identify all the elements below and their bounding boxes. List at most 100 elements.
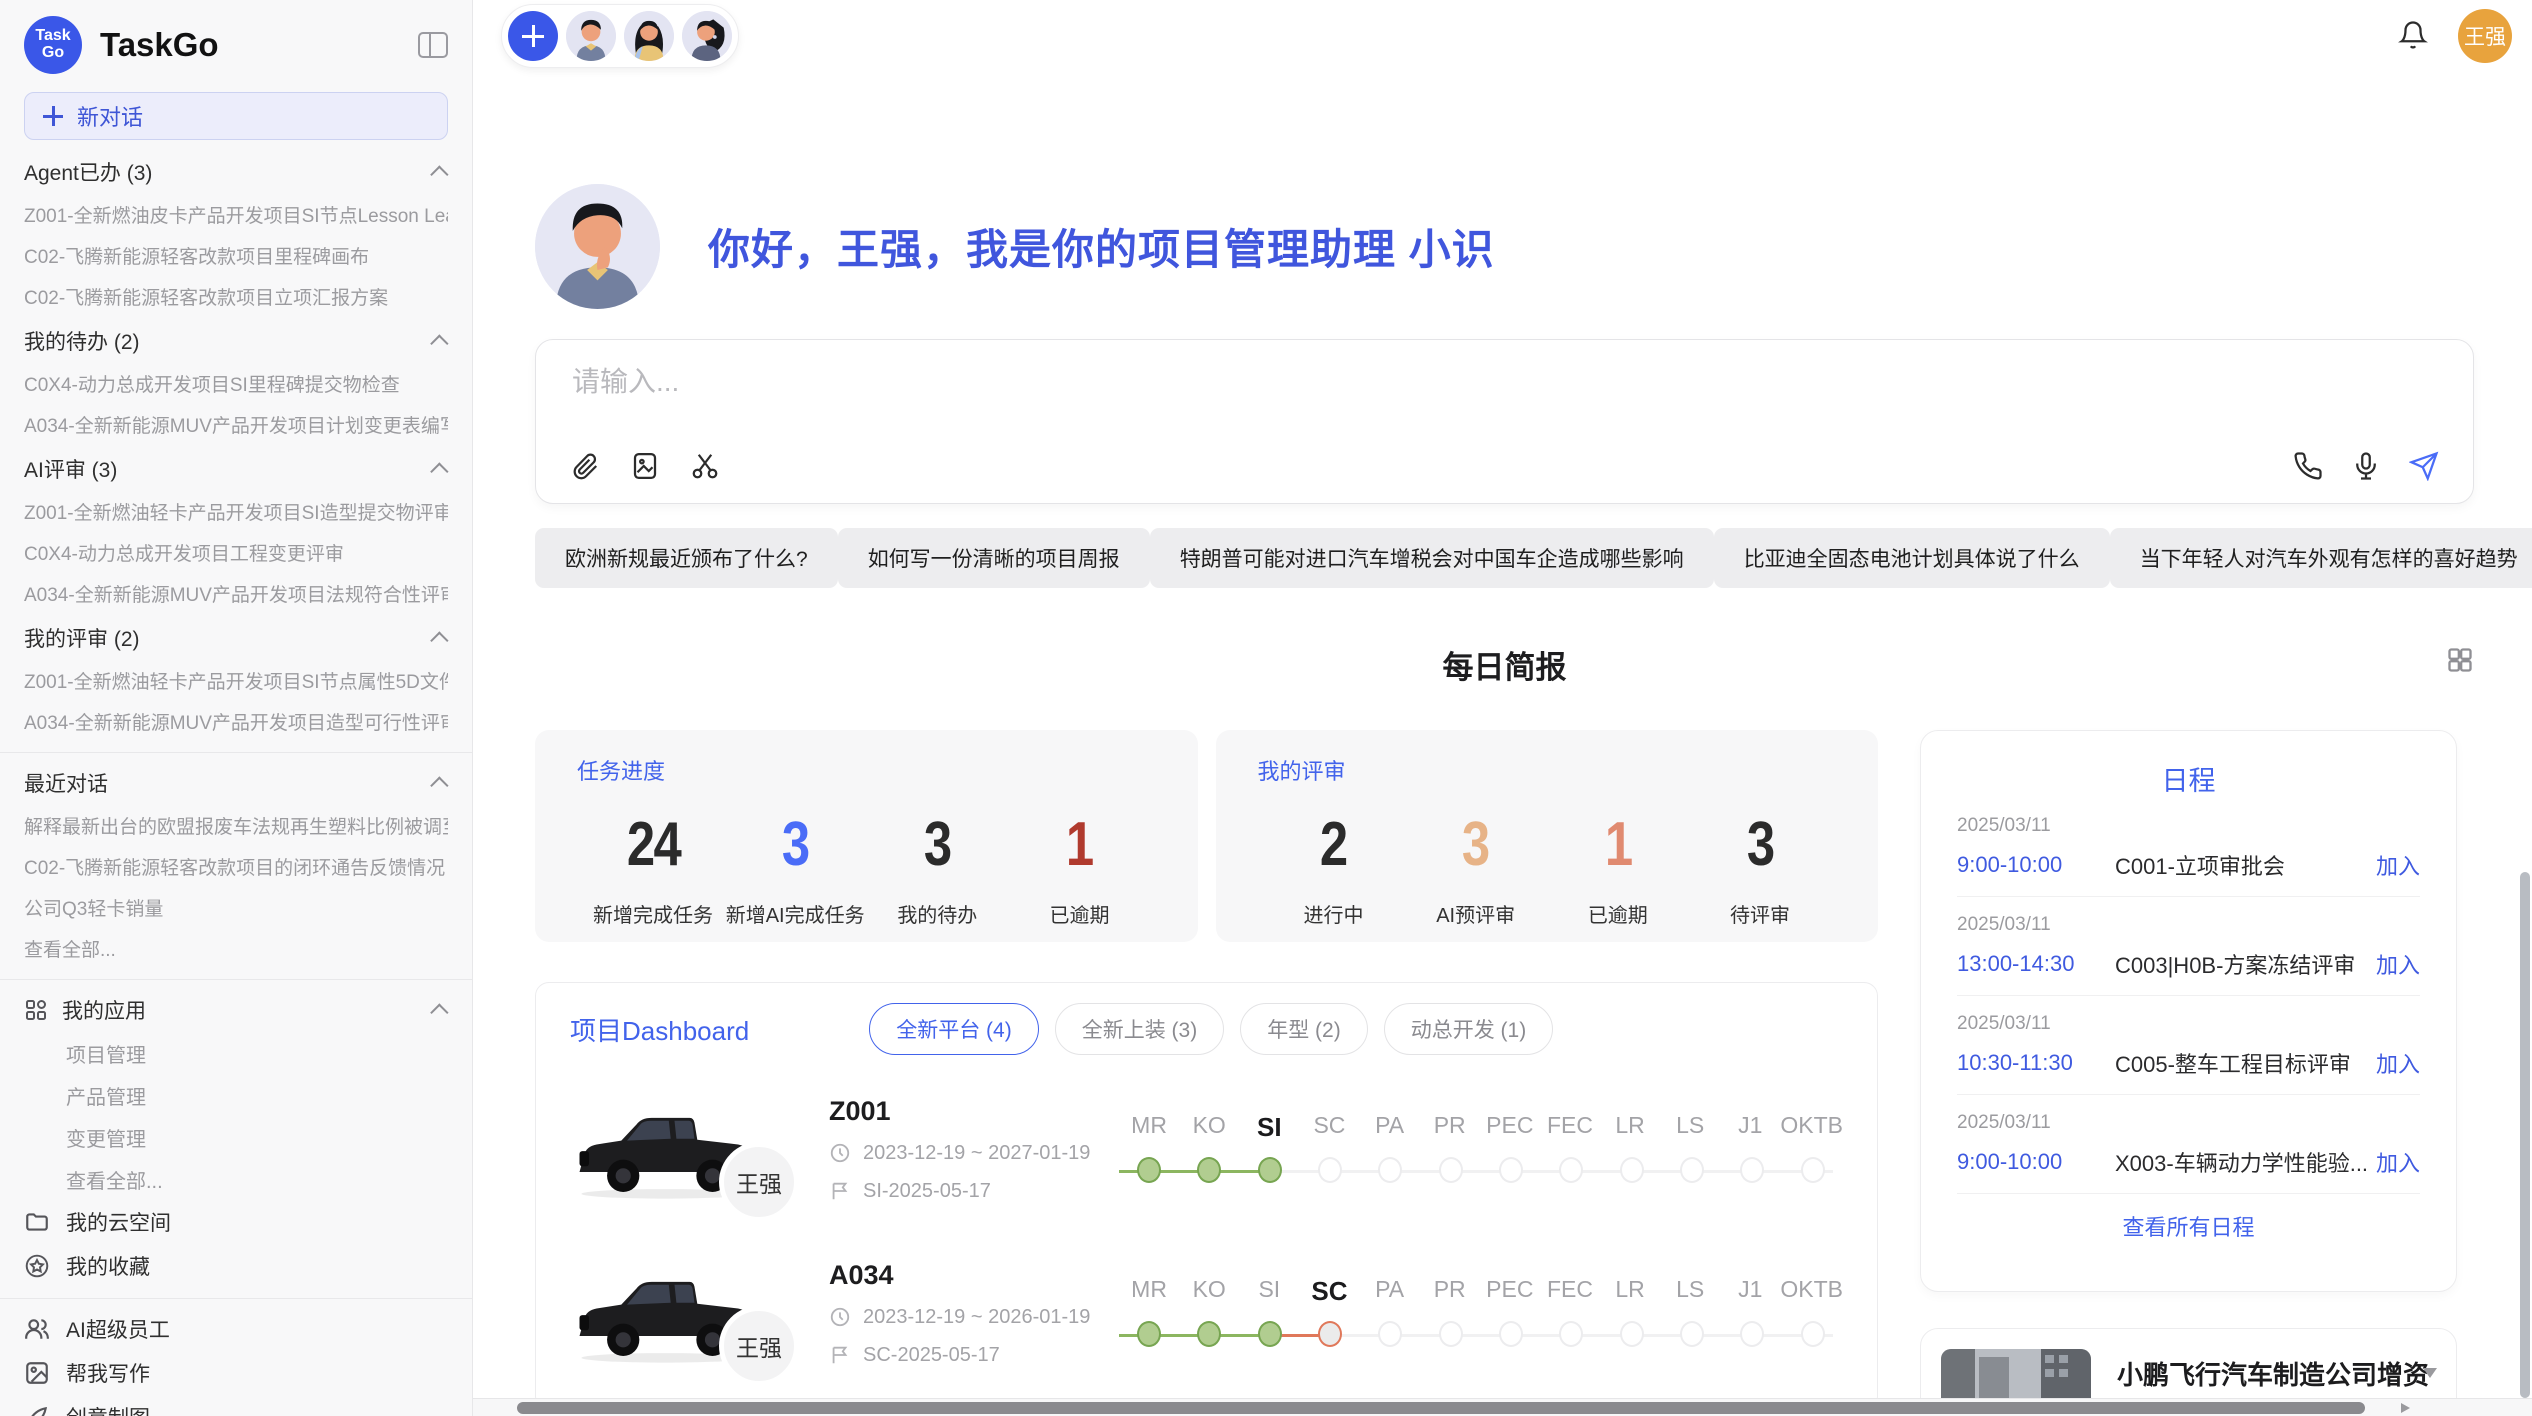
chevron-up-icon[interactable] (430, 165, 448, 183)
horizontal-scrollbar-thumb[interactable] (517, 1402, 2365, 1414)
milestone-label: MR (1119, 1112, 1179, 1143)
main-area: 王强 你好，王强，我是你的项目管理助理 小识 (473, 0, 2532, 1416)
sidebar-item-help-write[interactable]: 帮我写作 (24, 1351, 448, 1395)
scissors-icon[interactable] (690, 451, 720, 481)
milestone-labels: MR KO SI SC PA PR PEC FEC LR LS (1119, 1112, 1843, 1143)
join-button[interactable]: 加入 (2376, 948, 2420, 980)
user-avatar[interactable]: 王强 (2458, 9, 2512, 63)
sidebar-item[interactable]: A034-全新新能源MUV产品开发项目计划变更表编写 (24, 404, 448, 445)
apps-view-all[interactable]: 查看全部... (24, 1158, 448, 1200)
schedule-event: 2025/03/11 10:30-11:30 C005-整车工程目标评审 加入 (1957, 996, 2420, 1095)
project-row-a034[interactable]: 王强 A034 (570, 1243, 1843, 1383)
sidebar-item-project-mgmt[interactable]: 项目管理 (24, 1032, 448, 1074)
milestone-dot-done (1137, 1157, 1161, 1183)
suggestion-chip[interactable]: 欧洲新规最近颁布了什么? (535, 528, 838, 588)
sidebar-item-product-mgmt[interactable]: 产品管理 (24, 1074, 448, 1116)
suggestion-chip[interactable]: 比亚迪全固态电池计划具体说了什么 (1714, 528, 2110, 588)
milestone-label: J1 (1720, 1112, 1780, 1143)
add-member-button[interactable] (508, 11, 558, 61)
dashboard-header: 项目Dashboard 全新平台 (4) 全新上装 (3) 年型 (2) 动总开… (570, 1003, 1843, 1055)
member-avatar-2[interactable] (624, 11, 674, 61)
sidebar-item[interactable]: C02-飞腾新能源轻客改款项目里程碑画布 (24, 235, 448, 276)
view-all-schedule-link[interactable]: 查看所有日程 (1957, 1210, 2420, 1242)
sidebar-item[interactable]: Z001-全新燃油皮卡产品开发项目SI节点Lesson Learn报告 (24, 194, 448, 235)
event-name: C001-立项审批会 (2115, 849, 2376, 881)
suggestion-chips: 欧洲新规最近颁布了什么? 如何写一份清晰的项目周报 特朗普可能对进口汽车增税会对… (535, 528, 2474, 588)
logo-text-top: Task (35, 28, 70, 45)
flag-icon (829, 1180, 851, 1202)
suggestion-chip[interactable]: 当下年轻人对汽车外观有怎样的喜好趋势 (2110, 528, 2532, 588)
event-date: 2025/03/11 (1957, 815, 2420, 837)
suggestion-chip[interactable]: 特朗普可能对进口汽车增税会对中国车企造成哪些影响 (1150, 528, 1714, 588)
attachment-icon[interactable] (570, 451, 600, 481)
section-header-recent[interactable]: 最近对话 (24, 761, 448, 805)
notification-bell-icon[interactable] (2398, 20, 2428, 52)
sidebar-item-creative-draw[interactable]: 创意制图 (24, 1395, 448, 1416)
chevron-up-icon[interactable] (430, 631, 448, 649)
sidebar-item[interactable]: A034-全新新能源MUV产品开发项目法规符合性评审 (24, 573, 448, 614)
horizontal-scrollbar-track[interactable] (473, 1398, 2532, 1416)
briefing-grid: 任务进度 24 新增完成任务 3 新增AI完成任务 (535, 730, 2474, 1416)
sidebar-item-ai-super-staff[interactable]: AI超级员工 (24, 1307, 448, 1351)
vertical-scrollbar[interactable] (2520, 872, 2530, 1398)
milestone-track: MR KO SI SC PA PR PEC FEC LR LS (1119, 1112, 1843, 1187)
scroll-right-arrow[interactable] (2401, 1403, 2410, 1413)
microphone-icon[interactable] (2351, 451, 2381, 481)
milestone-label: PA (1360, 1112, 1420, 1143)
milestone-label: PEC (1480, 1276, 1540, 1307)
milestone-label: LR (1600, 1112, 1660, 1143)
sidebar-item-cloud-space[interactable]: 我的云空间 (24, 1200, 448, 1244)
tab-model-year[interactable]: 年型 (2) (1240, 1003, 1368, 1055)
chevron-up-icon[interactable] (430, 334, 448, 352)
chevron-up-icon[interactable] (430, 1003, 448, 1021)
image-upload-icon[interactable] (630, 451, 660, 481)
suggestion-chip[interactable]: 如何写一份清晰的项目周报 (838, 528, 1150, 588)
layout-grid-icon[interactable] (2446, 646, 2474, 674)
recent-chat-item[interactable]: C02-飞腾新能源轻客改款项目的闭环通告反馈情况 (24, 846, 448, 887)
chevron-up-icon[interactable] (430, 776, 448, 794)
project-flag-milestone: SI-2025-05-17 (829, 1180, 1109, 1203)
recent-view-all[interactable]: 查看全部... (24, 928, 448, 969)
sidebar-item-favorites[interactable]: 我的收藏 (24, 1244, 448, 1288)
join-button[interactable]: 加入 (2376, 1047, 2420, 1079)
sidebar: Task Go TaskGo 新对话 Agent已办 (3) Z001-全新燃油… (0, 0, 473, 1416)
sidebar-item-change-mgmt[interactable]: 变更管理 (24, 1116, 448, 1158)
send-icon[interactable] (2409, 451, 2439, 481)
join-button[interactable]: 加入 (2376, 1146, 2420, 1178)
sidebar-item[interactable]: Z001-全新燃油轻卡产品开发项目SI造型提交物评审 (24, 491, 448, 532)
sidebar-item[interactable]: C02-飞腾新能源轻客改款项目立项汇报方案 (24, 276, 448, 317)
milestone-dot (1801, 1157, 1825, 1183)
section-header-my-todo[interactable]: 我的待办 (2) (24, 319, 448, 363)
chat-input[interactable] (572, 366, 1772, 398)
member-avatar-1[interactable] (566, 11, 616, 61)
milestone-dot (1620, 1321, 1644, 1347)
chevron-up-icon[interactable] (430, 462, 448, 480)
section-header-ai-review[interactable]: AI评审 (3) (24, 447, 448, 491)
event-name: C003|H0B-方案冻结评审 (2115, 948, 2376, 980)
tab-new-body[interactable]: 全新上装 (3) (1055, 1003, 1225, 1055)
tab-new-platform[interactable]: 全新平台 (4) (869, 1003, 1039, 1055)
sidebar-item[interactable]: C0X4-动力总成开发项目工程变更评审 (24, 532, 448, 573)
sidebar-item[interactable]: A034-全新新能源MUV产品开发项目造型可行性评审 (24, 701, 448, 742)
tab-powertrain[interactable]: 动总开发 (1) (1384, 1003, 1554, 1055)
recent-chat-item[interactable]: 解释最新出台的欧盟报废车法规再生塑料比例被调至15%... (24, 805, 448, 846)
section-header-my-review[interactable]: 我的评审 (2) (24, 616, 448, 660)
sidebar-collapse-icon[interactable] (418, 32, 448, 58)
scroll-down-arrow[interactable] (2423, 1368, 2437, 1378)
sidebar-item[interactable]: Z001-全新燃油轻卡产品开发项目SI节点属性5D文件评审 (24, 660, 448, 701)
section-header-agent-done[interactable]: Agent已办 (3) (24, 150, 448, 194)
stat-value: 3 (1747, 812, 1774, 877)
milestone-label: SC (1299, 1112, 1359, 1143)
milestone-dot (1740, 1321, 1764, 1347)
section-header-my-apps[interactable]: 我的应用 (24, 988, 448, 1032)
stat-cards-row: 任务进度 24 新增完成任务 3 新增AI完成任务 (535, 730, 1878, 942)
milestone-track: MR KO SI SC PA PR PEC FEC LR LS (1119, 1276, 1843, 1351)
user-name: 王强 (2464, 21, 2506, 51)
project-row-z001[interactable]: 王强 Z001 (570, 1079, 1843, 1219)
join-button[interactable]: 加入 (2376, 849, 2420, 881)
member-avatar-3[interactable] (682, 11, 732, 61)
recent-chat-item[interactable]: 公司Q3轻卡销量 (24, 887, 448, 928)
phone-call-icon[interactable] (2293, 451, 2323, 481)
new-chat-button[interactable]: 新对话 (24, 92, 448, 140)
sidebar-item[interactable]: C0X4-动力总成开发项目SI里程碑提交物检查 (24, 363, 448, 404)
